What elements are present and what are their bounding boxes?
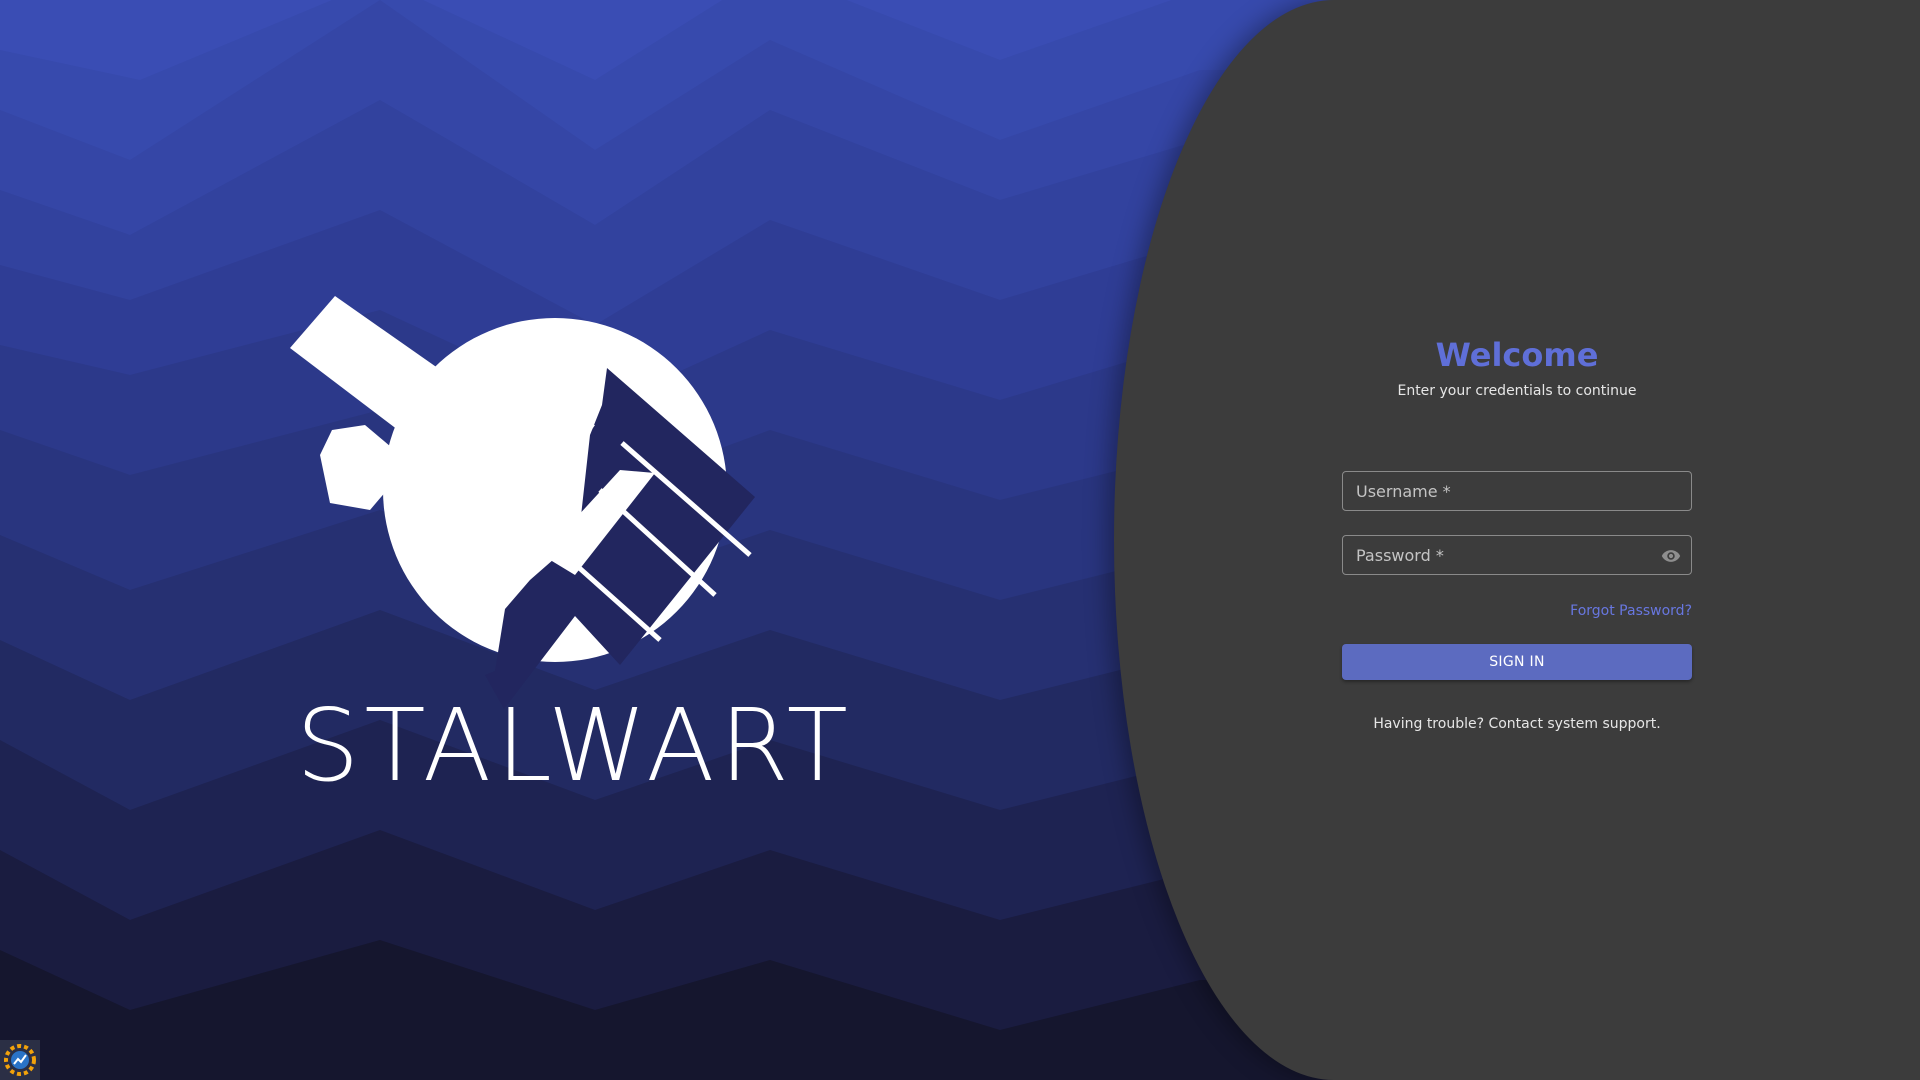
support-text: Having trouble? Contact system support. [1373, 716, 1661, 732]
forgot-row: Forgot Password? [1342, 600, 1692, 619]
password-input[interactable] [1343, 536, 1691, 574]
gear-chart-icon[interactable] [0, 1040, 40, 1080]
sign-in-button[interactable]: SIGN IN [1342, 644, 1692, 680]
welcome-subtitle: Enter your credentials to continue [1397, 383, 1637, 399]
forgot-password-link[interactable]: Forgot Password? [1570, 603, 1692, 619]
username-field [1342, 471, 1692, 511]
login-page: STALWART Welcome Enter your credentials … [0, 0, 1920, 1080]
eye-icon[interactable] [1660, 546, 1682, 566]
password-field [1342, 535, 1692, 575]
username-input[interactable] [1343, 472, 1691, 510]
welcome-title: Welcome [1435, 336, 1599, 374]
brand-wordmark: STALWART [296, 687, 853, 804]
login-form: Welcome Enter your credentials to contin… [1342, 335, 1692, 732]
